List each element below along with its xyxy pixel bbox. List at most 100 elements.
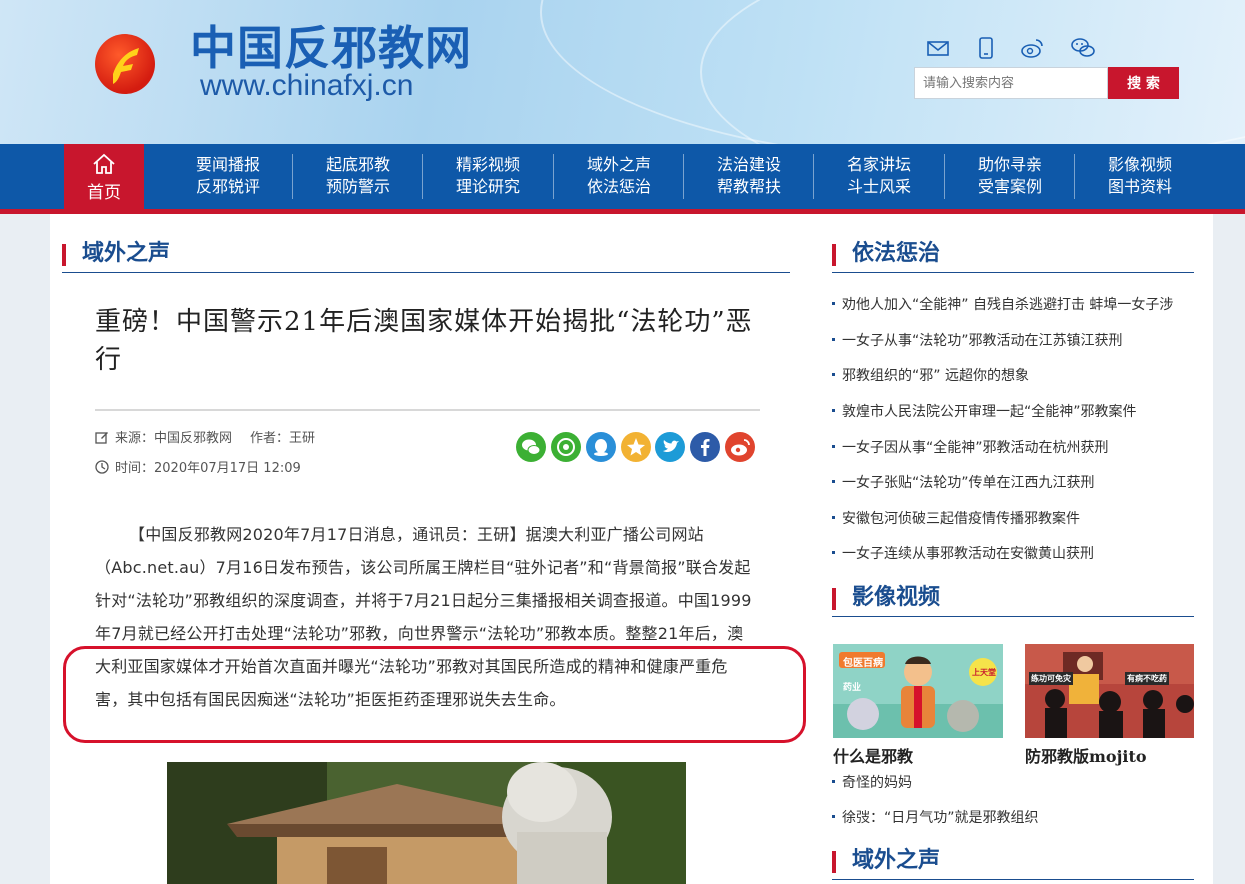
bullet-icon: [832, 302, 835, 305]
bullet-icon: [832, 373, 835, 376]
news-link-text[interactable]: 一女子因从事“全能神”邪教活动在杭州获刑: [842, 440, 1109, 456]
sidebar-news-item[interactable]: 邪教组织的“邪” 远超你的想象: [832, 366, 1029, 386]
sidebar-news-item[interactable]: 劝他人加入“全能神” 自残自杀逃避打击 蚌埠一女子涉: [832, 295, 1173, 315]
sidebar-news-item[interactable]: 一女子因从事“全能神”邪教活动在杭州获刑: [832, 438, 1109, 458]
sidebar-news-item[interactable]: 徐弢：“日月气功”就是邪教组织: [832, 808, 1039, 828]
article-source-author: 来源：中国反邪教网 作者：王研: [95, 430, 315, 448]
article-source: 来源：中国反邪教网: [115, 431, 233, 446]
nav-home[interactable]: 首页: [64, 144, 144, 209]
bullet-icon: [832, 551, 835, 554]
nav-item-family[interactable]: 助你寻亲 受害案例: [945, 144, 1075, 209]
article-photo: [167, 762, 686, 884]
qq-share-icon[interactable]: [586, 432, 616, 462]
sidebar-section-title[interactable]: 依法惩治: [852, 236, 940, 272]
news-link-text[interactable]: 一女子连续从事邪教活动在安徽黄山获刑: [842, 546, 1094, 562]
video-thumbnail[interactable]: 练功可免灾 有病不吃药: [1025, 644, 1194, 738]
sidebar-section-header-legal: 依法惩治: [832, 236, 1194, 273]
thumb-overlay-text: 药业: [843, 683, 862, 693]
news-link-text[interactable]: 一女子张贴“法轮功”传单在江西九江获刑: [842, 475, 1095, 491]
nav-label: 反邪锐评: [195, 177, 260, 196]
nav-home-label: 首页: [87, 183, 121, 203]
edit-icon: [95, 432, 108, 444]
main-section-title[interactable]: 域外之声: [82, 236, 170, 272]
news-link-text[interactable]: 敦煌市人民法院公开审理一起“全能神”邪教案件: [842, 404, 1137, 420]
site-header: 中国反邪教网 www.chinafxj.cn 搜 索: [0, 0, 1245, 144]
site-logo[interactable]: [95, 34, 155, 94]
section-marker: [62, 244, 66, 266]
wechat-icon[interactable]: [1070, 36, 1095, 60]
sidebar-section-title[interactable]: 影像视频: [852, 580, 940, 616]
nav-label: 图书资料: [1107, 177, 1172, 196]
section-marker: [832, 588, 836, 610]
weibo-share-icon[interactable]: [725, 432, 755, 462]
article-title: 重磅！中国警示21年后澳国家媒体开始揭批“法轮功”恶行: [95, 307, 753, 375]
nav-label: 域外之声: [586, 155, 651, 174]
nav-item-media[interactable]: 影像视频 图书资料: [1075, 144, 1205, 209]
sidebar-news-item[interactable]: 敦煌市人民法院公开审理一起“全能神”邪教案件: [832, 402, 1137, 422]
news-link-text[interactable]: 安徽包河侦破三起借疫情传播邪教案件: [842, 511, 1080, 527]
news-link-text[interactable]: 劝他人加入“全能神” 自残自杀逃避打击 蚌埠一女子涉: [842, 297, 1173, 313]
bullet-icon: [832, 445, 835, 448]
facebook-share-icon[interactable]: [690, 432, 720, 462]
sidebar-news-item[interactable]: 一女子张贴“法轮功”传单在江西九江获刑: [832, 473, 1095, 493]
news-link-text[interactable]: 奇怪的妈妈: [842, 775, 912, 791]
nav-item-overseas[interactable]: 域外之声 依法惩治: [554, 144, 684, 209]
search-input[interactable]: [914, 67, 1108, 99]
thumb-overlay-text: 有病不吃药: [1125, 672, 1169, 685]
wechat-share-icon[interactable]: [516, 432, 546, 462]
nav-label: 影像视频: [1107, 155, 1172, 174]
sidebar-news-item[interactable]: 一女子从事“法轮功”邪教活动在江苏镇江获刑: [832, 331, 1123, 351]
thumb-overlay-text: 包医百病: [843, 658, 883, 669]
highlight-annotation: [63, 646, 806, 743]
nav-label: 起底邪教: [325, 155, 390, 174]
nav-label: 受害案例: [977, 177, 1042, 196]
site-url[interactable]: www.chinafxj.cn: [200, 68, 413, 104]
main-nav: 首页 要闻播报反邪锐评 起底邪教预防警示 精彩视频 理论研究 域外之声依法惩治 法…: [0, 144, 1245, 209]
nav-item-videos[interactable]: 精彩视频 理论研究: [423, 144, 553, 209]
section-underline: [832, 879, 1194, 880]
mobile-icon[interactable]: [974, 36, 998, 60]
twitter-share-icon[interactable]: [655, 432, 685, 462]
article-time: 时间：2020年07月17日 12:09: [115, 461, 301, 476]
nav-label: 要闻播报: [195, 155, 260, 174]
moments-share-icon[interactable]: [551, 432, 581, 462]
search-button[interactable]: 搜 索: [1108, 67, 1179, 99]
nav-item-lectures[interactable]: 名家讲坛 斗士风采: [814, 144, 944, 209]
bullet-icon: [832, 516, 835, 519]
video-caption[interactable]: 防邪教版mojito: [1025, 743, 1147, 767]
sidebar-news-item[interactable]: 一女子连续从事邪教活动在安徽黄山获刑: [832, 544, 1094, 564]
video-caption[interactable]: 什么是邪教: [833, 743, 913, 767]
bullet-icon: [832, 409, 835, 412]
video-thumbnail[interactable]: 包医百病 上天堂 药业: [833, 644, 1003, 738]
mail-icon[interactable]: [926, 36, 950, 60]
bullet-icon: [832, 780, 835, 783]
qzone-share-icon[interactable]: [621, 432, 651, 462]
sidebar-news-item[interactable]: 奇怪的妈妈: [832, 773, 912, 793]
article-author: 作者：王研: [250, 431, 316, 446]
section-underline: [62, 272, 790, 273]
nav-label: 助你寻亲: [977, 155, 1042, 174]
section-marker: [832, 851, 836, 873]
news-link-text[interactable]: 一女子从事“法轮功”邪教活动在江苏镇江获刑: [842, 333, 1123, 349]
sidebar-news-item[interactable]: 安徽包河侦破三起借疫情传播邪教案件: [832, 509, 1080, 529]
nav-item-news[interactable]: 要闻播报 反邪锐评: [163, 144, 293, 209]
weibo-icon[interactable]: [1020, 36, 1044, 60]
home-icon: [93, 153, 115, 174]
nav-label: 理论研究: [455, 177, 520, 196]
nav-item-expose[interactable]: 起底邪教 预防警示: [293, 144, 423, 209]
article-divider: [95, 409, 760, 411]
article-time-row: 时间：2020年07月17日 12:09: [95, 460, 301, 478]
news-link-text[interactable]: 徐弢：“日月气功”就是邪教组织: [842, 810, 1039, 826]
nav-label: 预防警示: [325, 177, 390, 196]
nav-label: 斗士风采: [846, 177, 911, 196]
sidebar-section-title[interactable]: 域外之声: [852, 843, 940, 879]
news-link-text[interactable]: 邪教组织的“邪” 远超你的想象: [842, 368, 1029, 384]
nav-label: 依法惩治: [586, 177, 651, 196]
thumb-overlay-text: 练功可免灾: [1029, 672, 1073, 685]
section-marker: [832, 244, 836, 266]
nav-item-legal[interactable]: 法治建设 帮教帮扶: [684, 144, 814, 209]
section-underline: [832, 616, 1194, 617]
sidebar-section-header-video: 影像视频: [832, 580, 1194, 617]
main-section-header: 域外之声: [62, 236, 790, 273]
bullet-icon: [832, 338, 835, 341]
